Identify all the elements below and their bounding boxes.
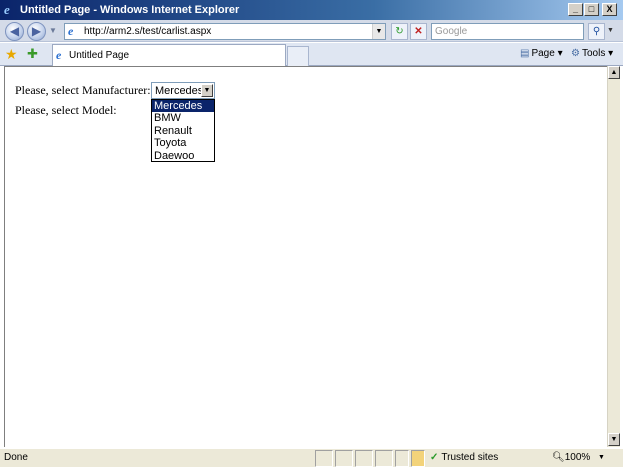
manufacturer-select-value: Mercedes bbox=[155, 85, 204, 97]
tools-menu[interactable]: ⚙ Tools ▾ bbox=[571, 48, 613, 59]
status-bar: Done ✓ Trusted sites 🔍︎100% ▼ bbox=[0, 448, 623, 467]
scroll-down-icon[interactable]: ▼ bbox=[608, 433, 620, 446]
search-input[interactable]: Google bbox=[435, 26, 467, 37]
status-cell bbox=[375, 450, 393, 467]
address-toolbar: ◀ ▶ ▼ e http://arm2.s/test/carlist.aspx … bbox=[0, 20, 623, 42]
tab-untitled-page[interactable]: e Untitled Page bbox=[52, 44, 286, 66]
security-zone-label: Trusted sites bbox=[441, 452, 499, 463]
status-cell bbox=[395, 450, 409, 467]
minimize-button[interactable]: _ bbox=[568, 3, 583, 16]
tab-toolbar: ★ ✚ e Untitled Page ▤ Page ▾ ⚙ Tools ▾ bbox=[0, 43, 623, 66]
status-cell bbox=[315, 450, 333, 467]
ie-logo-icon: e bbox=[4, 2, 10, 17]
address-bar[interactable]: e http://arm2.s/test/carlist.aspx ▼ bbox=[64, 23, 386, 40]
page-menu-label: Page bbox=[531, 48, 555, 59]
scroll-up-icon[interactable]: ▲ bbox=[608, 66, 620, 79]
favorites-star-icon[interactable]: ★ bbox=[5, 46, 18, 62]
maximize-button[interactable]: □ bbox=[584, 3, 599, 16]
new-tab-button[interactable] bbox=[287, 46, 309, 66]
zoom-icon: 🔍︎ bbox=[552, 452, 565, 463]
option-bmw[interactable]: BMW bbox=[152, 112, 214, 124]
window-title: Untitled Page - Windows Internet Explore… bbox=[20, 4, 240, 16]
gear-icon: ⚙ bbox=[571, 48, 580, 59]
zoom-level[interactable]: 🔍︎100% bbox=[552, 452, 590, 463]
back-button[interactable]: ◀ bbox=[5, 22, 24, 41]
tools-menu-label: Tools bbox=[581, 48, 606, 59]
recent-pages-dropdown-icon[interactable]: ▼ bbox=[49, 26, 57, 35]
option-daewoo[interactable]: Daewoo bbox=[152, 150, 214, 162]
tab-page-icon: e bbox=[56, 48, 62, 62]
page-menu[interactable]: ▤ Page ▾ bbox=[520, 48, 563, 59]
page-viewport: Please, select Manufacturer: Mercedes ▼ … bbox=[4, 66, 607, 447]
refresh-icon: ↻ bbox=[395, 26, 404, 37]
address-url[interactable]: http://arm2.s/test/carlist.aspx bbox=[84, 26, 211, 37]
title-bar: e Untitled Page - Windows Internet Explo… bbox=[0, 0, 623, 20]
address-dropdown-icon[interactable]: ▼ bbox=[372, 24, 385, 39]
status-cell bbox=[355, 450, 373, 467]
page-menu-icon: ▤ bbox=[520, 48, 530, 59]
add-favorite-icon[interactable]: ✚ bbox=[27, 46, 38, 62]
security-zone[interactable]: ✓ Trusted sites bbox=[430, 452, 498, 463]
status-text: Done bbox=[4, 452, 28, 463]
status-cell bbox=[335, 450, 353, 467]
tab-label: Untitled Page bbox=[69, 50, 130, 61]
search-options-dropdown-icon[interactable]: ▼ bbox=[607, 27, 614, 34]
manufacturer-label: Please, select Manufacturer: bbox=[15, 83, 151, 97]
zoom-dropdown-icon[interactable]: ▼ bbox=[598, 454, 605, 461]
search-box[interactable]: Google bbox=[431, 23, 584, 40]
chevron-down-icon[interactable]: ▼ bbox=[201, 84, 213, 97]
forward-arrow-icon: ▶ bbox=[31, 24, 42, 38]
manufacturer-dropdown-list: Mercedes BMW Renault Toyota Daewoo bbox=[151, 99, 215, 162]
manufacturer-select[interactable]: Mercedes ▼ bbox=[151, 82, 215, 99]
stop-icon: ✕ bbox=[414, 26, 423, 37]
refresh-button[interactable]: ↻ bbox=[391, 23, 408, 40]
search-button[interactable]: ⚲ bbox=[588, 23, 605, 40]
option-renault[interactable]: Renault bbox=[152, 125, 214, 137]
stop-button[interactable]: ✕ bbox=[410, 23, 427, 40]
checkmark-icon: ✓ bbox=[430, 452, 439, 463]
model-label: Please, select Model: bbox=[15, 103, 117, 117]
back-arrow-icon: ◀ bbox=[9, 24, 20, 38]
zoom-value: 100% bbox=[564, 452, 591, 463]
option-mercedes[interactable]: Mercedes bbox=[152, 100, 214, 113]
search-icon: ⚲ bbox=[592, 26, 601, 37]
vertical-scrollbar[interactable]: ▲ ▼ bbox=[607, 66, 620, 447]
close-window-button[interactable]: X bbox=[602, 3, 617, 16]
page-icon: e bbox=[68, 24, 74, 38]
option-toyota[interactable]: Toyota bbox=[152, 137, 214, 149]
popup-blocker-icon[interactable] bbox=[411, 450, 425, 467]
forward-button[interactable]: ▶ bbox=[27, 22, 46, 41]
